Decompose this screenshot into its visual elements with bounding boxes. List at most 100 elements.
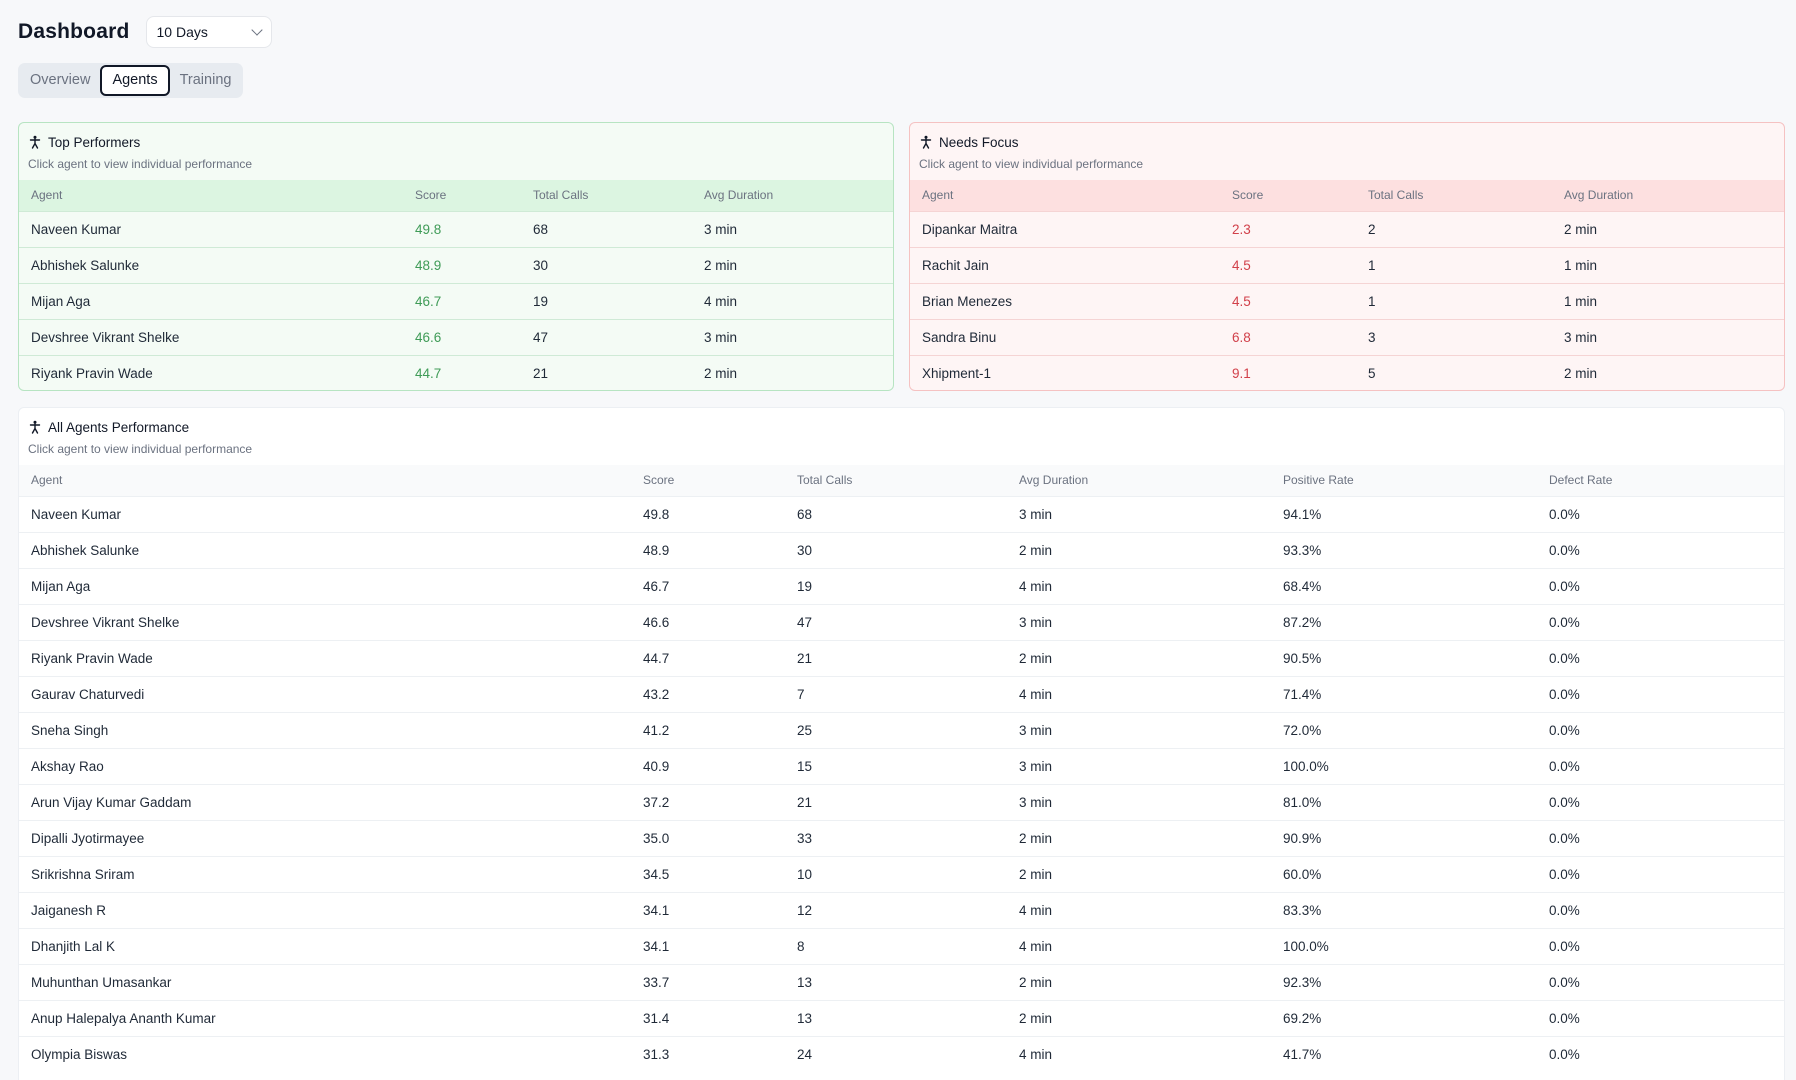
defect-rate: 0.0% [1537,603,1784,640]
table-row[interactable]: Dipankar Maitra 2.3 2 2 min [910,210,1784,247]
table-row[interactable]: Sneha Singh 41.2 25 3 min 72.0% 0.0% [19,711,1784,748]
date-range-select[interactable]: 10 Days [145,16,272,48]
defect-rate: 0.0% [1537,639,1784,676]
positive-rate: 90.5% [1271,639,1537,676]
agent-name: Muhunthan Umasankar [19,963,631,1000]
score: 35.0 [631,819,785,856]
table-row[interactable]: Devshree Vikrant Shelke 46.6 47 3 min [19,318,893,355]
positive-rate: 41.7% [1271,1035,1537,1072]
table-row[interactable]: Sandra Binu 6.8 3 3 min [910,318,1784,355]
tab-agents[interactable]: Agents [100,65,170,96]
defect-rate: 0.0% [1537,675,1784,712]
table-row[interactable]: Naveen Kumar 49.8 68 3 min 94.1% 0.0% [19,495,1784,532]
avg-duration: 2 min [1007,531,1271,568]
total-calls: 10 [785,855,1007,892]
tab-training[interactable]: Training [170,65,242,96]
avg-duration: 2 min [1007,819,1271,856]
avg-duration: 4 min [1007,891,1271,928]
all-agents-card: All Agents Performance Click agent to vi… [18,407,1785,1080]
table-row[interactable]: Arun Vijay Kumar Gaddam 37.2 21 3 min 81.0% 0… [19,783,1784,820]
table-row[interactable]: Jaiganesh R 34.1 12 4 min 83.3% 0.0% [19,891,1784,928]
score: 44.7 [631,639,785,676]
table-row[interactable]: Abhishek Salunke 48.9 30 2 min 93.3% 0.0% [19,531,1784,568]
column-header: Agent [910,180,1220,211]
defect-rate: 0.0% [1537,747,1784,784]
table-row[interactable]: Muhunthan Umasankar 33.7 13 2 min 92.3% 0.0% [19,963,1784,1000]
agent-name: Dhanjith Lal K [19,927,631,964]
avg-duration: 3 min [692,210,893,247]
table-row[interactable]: Riyank Pravin Wade 44.7 21 2 min [19,354,893,390]
column-header: Agent [19,465,631,496]
score: 31.4 [631,999,785,1036]
table-row[interactable]: Gaurav Chaturvedi 43.2 7 4 min 71.4% 0.0% [19,675,1784,712]
agent-name: Devshree Vikrant Shelke [19,603,631,640]
score: 6.8 [1220,318,1356,355]
agent-name: Arun Vijay Kumar Gaddam [19,783,631,820]
table-row[interactable]: Dhanjith Lal K 34.1 8 4 min 100.0% 0.0% [19,927,1784,964]
avg-duration: 3 min [1007,747,1271,784]
defect-rate: 0.0% [1537,819,1784,856]
column-header: Avg Duration [692,180,893,211]
positive-rate: 87.2% [1271,603,1537,640]
table-row[interactable]: Mijan Aga 46.7 19 4 min [19,282,893,319]
card-title: All Agents Performance [48,419,190,435]
avg-duration: 4 min [1007,1035,1271,1072]
defect-rate: 0.0% [1537,891,1784,928]
score: 2.3 [1220,210,1356,247]
avg-duration: 4 min [692,282,893,319]
total-calls: 24 [785,1035,1007,1072]
chevron-down-icon [250,24,263,36]
table-row[interactable]: Mijan Aga 46.7 19 4 min 68.4% 0.0% [19,567,1784,604]
table-row[interactable]: Anup Halepalya Ananth Kumar 31.4 13 2 min 69… [19,999,1784,1036]
total-calls: 2 [1356,210,1552,247]
table-row[interactable]: Olympia Biswas 31.3 24 4 min 41.7% 0.0% [19,1035,1784,1072]
avg-duration: 3 min [1007,711,1271,748]
table-row[interactable]: Rachit Jain 4.5 1 1 min [910,246,1784,283]
avg-duration: 4 min [1007,567,1271,604]
tab-overview[interactable]: Overview [20,65,100,96]
total-calls: 25 [785,711,1007,748]
table-row[interactable]: Brian Menezes 4.5 1 1 min [910,282,1784,319]
avg-duration: 2 min [692,246,893,283]
agent-name: Jaiganesh R [19,891,631,928]
agent-name: Riyank Pravin Wade [19,639,631,676]
table-row[interactable]: Riyank Pravin Wade 44.7 21 2 min 90.5% 0.0% [19,639,1784,676]
column-header: Score [403,180,521,211]
agent-name: Xhipment-1 [910,354,1220,390]
agent-name: Sneha Singh [19,711,631,748]
table-row[interactable]: Naveen Kumar 49.8 68 3 min [19,210,893,247]
avg-duration: 3 min [692,318,893,355]
score: 46.7 [631,567,785,604]
table-row[interactable]: Dipalli Jyotirmayee 35.0 33 2 min 90.9% 0.0% [19,819,1784,856]
column-header: Defect Rate [1537,465,1784,496]
agent-name: Abhishek Salunke [19,246,403,283]
defect-rate: 0.0% [1537,999,1784,1036]
score: 9.1 [1220,354,1356,390]
total-calls: 68 [521,210,692,247]
table-header-row: Agent Score Total Calls Avg Duration [19,180,893,211]
column-header: Avg Duration [1552,180,1784,211]
positive-rate: 90.9% [1271,819,1537,856]
tab-bar: Overview Agents Training [18,63,244,98]
total-calls: 15 [785,747,1007,784]
table-row[interactable]: Akshay Rao 40.9 15 3 min 100.0% 0.0% [19,747,1784,784]
table-row[interactable]: Xhipment-1 9.1 5 2 min [910,354,1784,390]
column-header: Score [1220,180,1356,211]
total-calls: 13 [785,963,1007,1000]
agent-name: Riyank Pravin Wade [19,354,403,390]
positive-rate: 83.3% [1271,891,1537,928]
score: 31.3 [631,1035,785,1072]
top-performers-card: Top Performers Click agent to view indiv… [18,122,894,391]
total-calls: 19 [521,282,692,319]
table-row[interactable]: Devshree Vikrant Shelke 46.6 47 3 min 87.2% 0… [19,603,1784,640]
defect-rate: 0.0% [1537,783,1784,820]
score: 41.2 [631,711,785,748]
agent-name: Naveen Kumar [19,495,631,532]
total-calls: 12 [785,891,1007,928]
agent-name: Abhishek Salunke [19,531,631,568]
score: 34.5 [631,855,785,892]
defect-rate: 0.0% [1537,711,1784,748]
score: 34.1 [631,891,785,928]
table-row[interactable]: Srikrishna Sriram 34.5 10 2 min 60.0% 0.0% [19,855,1784,892]
table-row[interactable]: Abhishek Salunke 48.9 30 2 min [19,246,893,283]
